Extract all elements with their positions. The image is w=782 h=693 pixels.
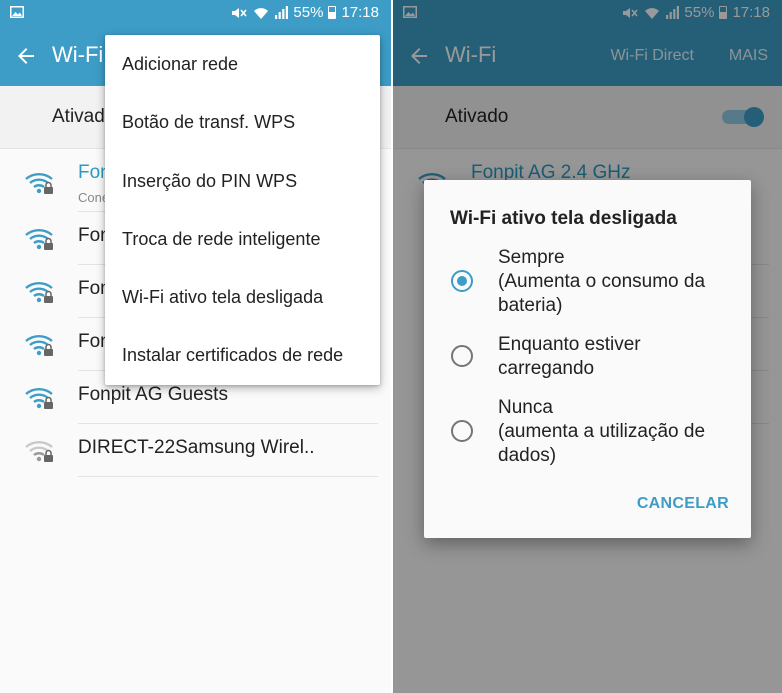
status-bar: 55% 17:18 [0, 0, 391, 26]
overflow-menu: Adicionar rede Botão de transf. WPS Inse… [105, 35, 380, 385]
battery-icon [328, 6, 337, 19]
option-always[interactable]: Sempre (Aumenta o consumo da bateria) [424, 246, 751, 318]
menu-item-install-certificates[interactable]: Instalar certificados de rede [105, 326, 380, 384]
page-title: Wi-Fi [52, 42, 104, 67]
option-label: Enquanto estiver carregando [498, 334, 641, 379]
radio-selected[interactable] [451, 270, 473, 292]
mute-icon [232, 7, 248, 18]
network-name: DIRECT-22Samsung Wirel.. [78, 437, 315, 458]
battery-percent: 55% [293, 4, 324, 21]
option-never[interactable]: Nunca (aumenta a utilização de dados) [424, 396, 751, 468]
right-screen: 55% 17:18 Wi-Fi Wi-Fi Direct MAIS Ativad… [393, 0, 782, 693]
dialog-title: Wi-Fi ativo tela desligada [450, 208, 677, 229]
wifi-locked-icon [25, 229, 53, 250]
option-while-charging[interactable]: Enquanto estiver carregando [424, 333, 751, 383]
radio-unselected[interactable] [451, 420, 473, 442]
menu-item-wifi-during-sleep[interactable]: Wi-Fi ativo tela desligada [105, 268, 380, 326]
wifi-locked-icon [25, 388, 53, 409]
wifi-status-icon [254, 7, 269, 19]
option-label: Nunca (aumenta a utilização de dados) [498, 397, 706, 466]
network-item[interactable]: DIRECT-22Samsung Wirel.. [0, 424, 391, 477]
network-name: Fonpit AG Guests [78, 384, 228, 405]
back-arrow-icon[interactable] [14, 44, 38, 68]
gallery-notification-icon [10, 6, 24, 18]
menu-item-smart-network-switch[interactable]: Troca de rede inteligente [105, 210, 380, 268]
menu-item-add-network[interactable]: Adicionar rede [105, 35, 380, 93]
wifi-locked-icon [25, 282, 53, 303]
radio-unselected[interactable] [451, 345, 473, 367]
wifi-locked-icon [25, 335, 53, 356]
menu-item-wps-pin[interactable]: Inserção do PIN WPS [105, 152, 380, 210]
signal-icon [275, 5, 289, 19]
wifi-sleep-dialog: Wi-Fi ativo tela desligada Sempre (Aumen… [424, 180, 751, 538]
cancel-button[interactable]: CANCELAR [637, 495, 729, 513]
wifi-locked-icon [25, 173, 53, 194]
left-screen: 55% 17:18 Wi-Fi Ativado Fonpit AG 2.4 GH… [0, 0, 391, 693]
wifi-weak-locked-icon [25, 441, 53, 462]
option-label: Sempre (Aumenta o consumo da bateria) [498, 247, 706, 316]
menu-item-wps-button[interactable]: Botão de transf. WPS [105, 93, 380, 151]
clock: 17:18 [341, 4, 379, 21]
